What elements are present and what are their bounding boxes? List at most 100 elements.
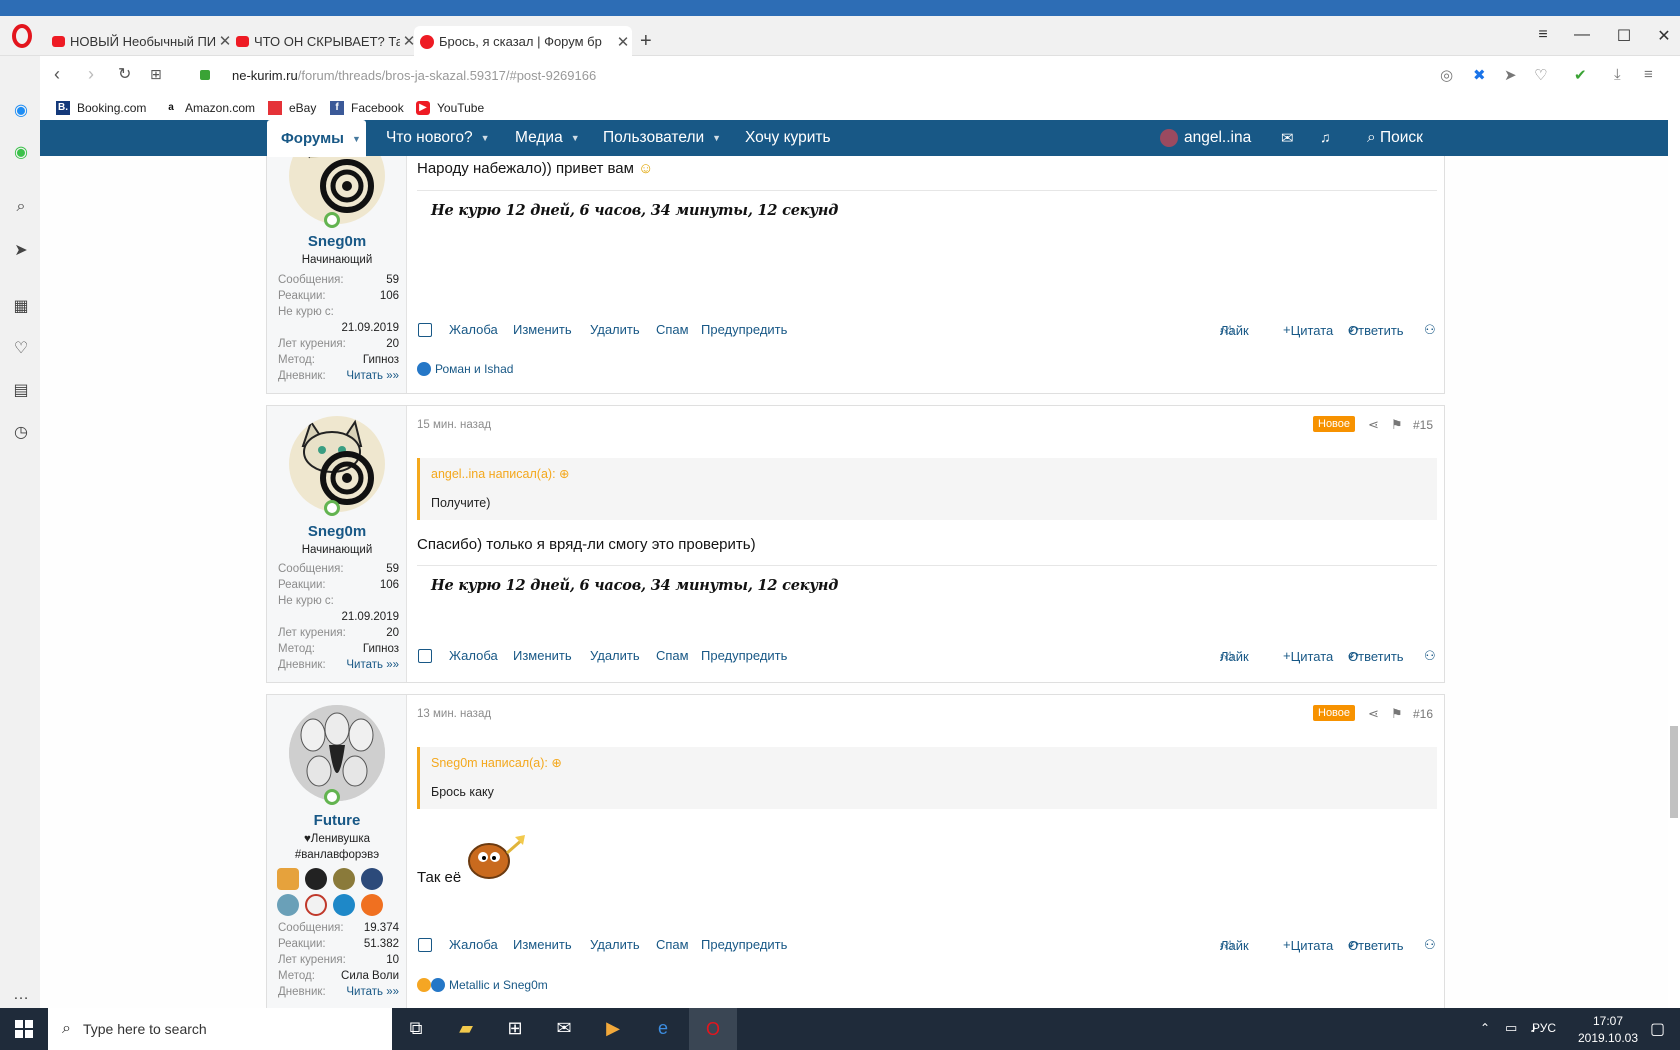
browser-tab-active[interactable]: Брось, я сказал | Форум бр ✕ xyxy=(414,26,632,57)
minimize-icon[interactable]: — xyxy=(1572,26,1592,44)
chevron-up-icon[interactable]: ⌃ xyxy=(1480,1021,1490,1035)
bell-icon[interactable]: ♫ xyxy=(1320,129,1331,145)
bookmark-youtube[interactable]: ▶ YouTube xyxy=(416,101,484,115)
taskbar-search[interactable]: ⌕ Type here to search xyxy=(48,1008,392,1050)
back-icon[interactable]: ‹ xyxy=(54,64,60,85)
edit-link[interactable]: Изменить xyxy=(513,937,572,952)
snapshot-icon[interactable]: ◎ xyxy=(1440,66,1453,84)
select-checkbox[interactable] xyxy=(418,649,432,663)
select-checkbox[interactable] xyxy=(418,323,432,337)
media-player-icon[interactable]: ▶ xyxy=(601,1018,625,1040)
bookmark-facebook[interactable]: f Facebook xyxy=(330,101,404,115)
report-link[interactable]: Жалоба xyxy=(449,937,498,952)
vpn-check-icon[interactable]: ✔ xyxy=(1574,66,1587,84)
page-scrollbar[interactable] xyxy=(1668,120,1680,1008)
reactions-bar[interactable]: Роман и Ishad xyxy=(417,362,513,376)
clock-time[interactable]: 17:07 xyxy=(1580,1014,1636,1028)
delete-link[interactable]: Удалить xyxy=(590,322,640,337)
network-icon[interactable]: ▭ xyxy=(1505,1020,1517,1036)
close-window-icon[interactable]: ✕ xyxy=(1654,26,1674,46)
reload-icon[interactable]: ↻ xyxy=(118,64,131,84)
file-explorer-icon[interactable]: ▰ xyxy=(454,1018,478,1040)
spam-link[interactable]: Спам xyxy=(656,648,689,663)
delete-link[interactable]: Удалить xyxy=(590,937,640,952)
badge-icon[interactable] xyxy=(361,894,383,916)
nav-users[interactable]: Пользователи ▼ xyxy=(603,129,721,147)
post-number[interactable]: #16 xyxy=(1413,707,1433,721)
reactions-bar[interactable]: Metallic и Sneg0m xyxy=(417,978,548,992)
avatar[interactable] xyxy=(289,416,385,512)
share-icon[interactable]: ⋖ xyxy=(1368,706,1379,722)
diary-link[interactable]: Читать »» xyxy=(346,659,399,671)
quote-button[interactable]: + Цитата xyxy=(1283,322,1333,338)
bookmark-icon[interactable]: ⚑ xyxy=(1391,417,1403,433)
user-icon[interactable]: ⚇ xyxy=(1424,937,1436,953)
url-field[interactable]: ne-kurim.ru/forum/threads/bros-ja-skazal… xyxy=(232,68,596,83)
more-icon[interactable]: … xyxy=(11,986,31,1006)
send-icon[interactable]: ➤ xyxy=(11,240,31,260)
history-icon[interactable]: ◷ xyxy=(11,422,31,442)
new-tab-icon[interactable]: + xyxy=(640,30,652,53)
apps-icon[interactable]: ▦ xyxy=(11,296,31,316)
warn-link[interactable]: Предупредить xyxy=(701,648,787,663)
account-menu[interactable]: angel..ina xyxy=(1160,129,1251,147)
nav-want-smoke[interactable]: Хочу курить xyxy=(745,129,831,147)
bookmark-icon[interactable]: ⚑ xyxy=(1391,706,1403,722)
edge-icon[interactable]: e xyxy=(651,1018,675,1040)
share-icon[interactable]: ⋖ xyxy=(1368,417,1379,433)
task-view-icon[interactable]: ⧉ xyxy=(404,1018,428,1040)
mail-icon[interactable]: ✉ xyxy=(552,1018,576,1040)
post-number[interactable]: #15 xyxy=(1413,418,1433,432)
username-link[interactable]: Future xyxy=(267,812,407,829)
badge-icon[interactable] xyxy=(305,894,327,916)
badge-icon[interactable] xyxy=(333,894,355,916)
nav-whats-new[interactable]: Что нового? ▼ xyxy=(386,129,490,147)
edit-link[interactable]: Изменить xyxy=(513,648,572,663)
heart-icon[interactable]: ♡ xyxy=(11,338,31,358)
user-icon[interactable]: ⚇ xyxy=(1424,648,1436,664)
spam-link[interactable]: Спам xyxy=(656,322,689,337)
quote-author[interactable]: angel..ina написал(а): ⊕ xyxy=(431,466,570,481)
edit-link[interactable]: Изменить xyxy=(513,322,572,337)
speed-dial-icon[interactable]: ⊞ xyxy=(150,66,162,83)
whatsapp-icon[interactable]: ◉ xyxy=(11,142,31,162)
report-link[interactable]: Жалоба xyxy=(449,322,498,337)
username-link[interactable]: Sneg0m xyxy=(267,523,407,540)
avatar[interactable] xyxy=(289,705,385,801)
post-time[interactable]: 13 мин. назад xyxy=(417,708,491,720)
warn-link[interactable]: Предупредить xyxy=(701,937,787,952)
bookmark-booking[interactable]: B. Booking.com xyxy=(56,101,146,115)
badge-icon[interactable] xyxy=(333,868,355,890)
post-time[interactable]: 15 мин. назад xyxy=(417,419,491,431)
forward-icon[interactable]: › xyxy=(88,64,94,85)
opera-menu-icon[interactable] xyxy=(12,24,32,48)
user-icon[interactable]: ⚇ xyxy=(1424,322,1436,338)
inbox-icon[interactable]: ✉ xyxy=(1281,129,1294,147)
quote-button[interactable]: + Цитата xyxy=(1283,937,1333,953)
delete-link[interactable]: Удалить xyxy=(590,648,640,663)
warn-link[interactable]: Предупредить xyxy=(701,322,787,337)
badge-icon[interactable] xyxy=(305,868,327,890)
bookmark-amazon[interactable]: a Amazon.com xyxy=(164,101,255,115)
badge-icon[interactable] xyxy=(277,868,299,890)
store-icon[interactable]: ⊞ xyxy=(503,1018,527,1040)
download-icon[interactable]: ⤓ xyxy=(1614,66,1621,83)
diary-link[interactable]: Читать »» xyxy=(346,986,399,998)
send-icon[interactable]: ➤ xyxy=(1504,66,1517,84)
easy-setup-icon[interactable]: ≡ xyxy=(1644,66,1653,83)
opera-taskbar-icon[interactable]: O xyxy=(689,1008,737,1050)
clock-date[interactable]: 2019.10.03 xyxy=(1568,1031,1648,1045)
search-icon[interactable]: ⌕ xyxy=(11,198,31,218)
messenger-icon[interactable]: ◉ xyxy=(11,100,31,120)
lock-icon[interactable] xyxy=(200,70,210,80)
language-indicator[interactable]: РУС xyxy=(1532,1021,1556,1035)
heart-icon[interactable]: ♡ xyxy=(1534,66,1547,84)
adblock-icon[interactable]: ✖ xyxy=(1473,66,1486,84)
select-checkbox[interactable] xyxy=(418,938,432,952)
spam-link[interactable]: Спам xyxy=(656,937,689,952)
browser-tab-1[interactable]: НОВЫЙ Необычный ПИР ✕ xyxy=(46,26,234,56)
nav-search[interactable]: ⌕ Поиск xyxy=(1367,129,1423,147)
windows-start-icon[interactable] xyxy=(15,1020,33,1038)
tab-menu-icon[interactable]: ≡ xyxy=(1533,26,1553,44)
nav-media[interactable]: Медиа ▼ xyxy=(515,129,580,147)
